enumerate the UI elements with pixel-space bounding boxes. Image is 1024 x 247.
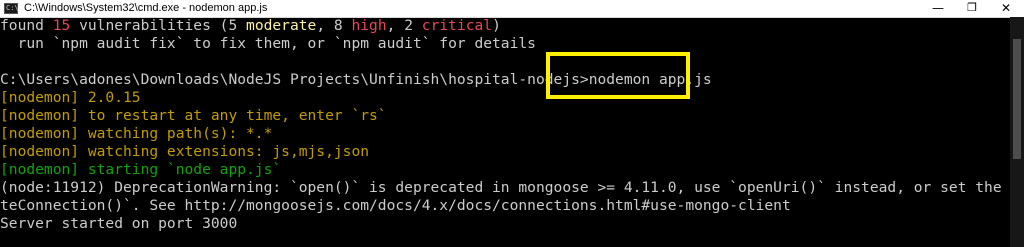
audit-mid-2: , 8 [316,17,352,34]
moderate-label: moderate [246,17,317,34]
high-label: high [351,17,387,34]
audit-suffix: ) [492,17,501,34]
critical-label: critical [421,17,493,34]
nodemon-restart-hint-line: [nodemon] to restart at any time, enter … [0,107,387,124]
minimize-button[interactable]: — [921,0,955,17]
title-bar[interactable]: C:\ C:\Windows\System32\cmd.exe - nodemo… [0,0,1024,18]
nodemon-version-line: [nodemon] 2.0.15 [0,89,141,106]
nodemon-watch-extensions-line: [nodemon] watching extensions: js,mjs,js… [0,143,370,160]
close-button[interactable]: ✕ [989,0,1023,17]
audit-prefix: found [0,17,53,34]
cmd-app-icon: C:\ [4,3,19,14]
vulnerability-count: 15 [52,17,71,34]
audit-mid-3: , 2 [386,17,422,34]
restore-button[interactable]: ❐ [955,0,989,17]
audit-hint-line: run `npm audit fix` to fix them, or `npm… [0,35,536,52]
nodemon-watch-paths-line: [nodemon] watching path(s): *.* [0,125,273,142]
audit-summary-line: found 15 vulnerabilities (5 moderate, 8 … [0,17,1010,35]
server-started-line: Server started on port 3000 [0,215,238,232]
cmd-icon-glyph: C:\ [6,4,19,12]
scrollbar-thumb[interactable] [1013,39,1021,159]
audit-mid-1: vulnerabilities (5 [70,17,247,34]
deprecation-warning-line-1: (node:11912) DeprecationWarning: `open()… [0,179,1010,196]
command-highlight-box [546,52,690,99]
window-title: C:\Windows\System32\cmd.exe - nodemon ap… [24,2,268,14]
console-output[interactable]: found 15 vulnerabilities (5 moderate, 8 … [0,17,1010,247]
nodemon-starting-line: [nodemon] starting `node app.js` [0,161,282,178]
vertical-scrollbar[interactable] [1010,17,1024,247]
prompt-path: C:\Users\adones\Downloads\NodeJS Project… [0,71,589,88]
deprecation-warning-line-2: teConnection()`. See http://mongoosejs.c… [0,197,791,214]
command-prompt-line: C:\Users\adones\Downloads\NodeJS Project… [0,71,1010,89]
